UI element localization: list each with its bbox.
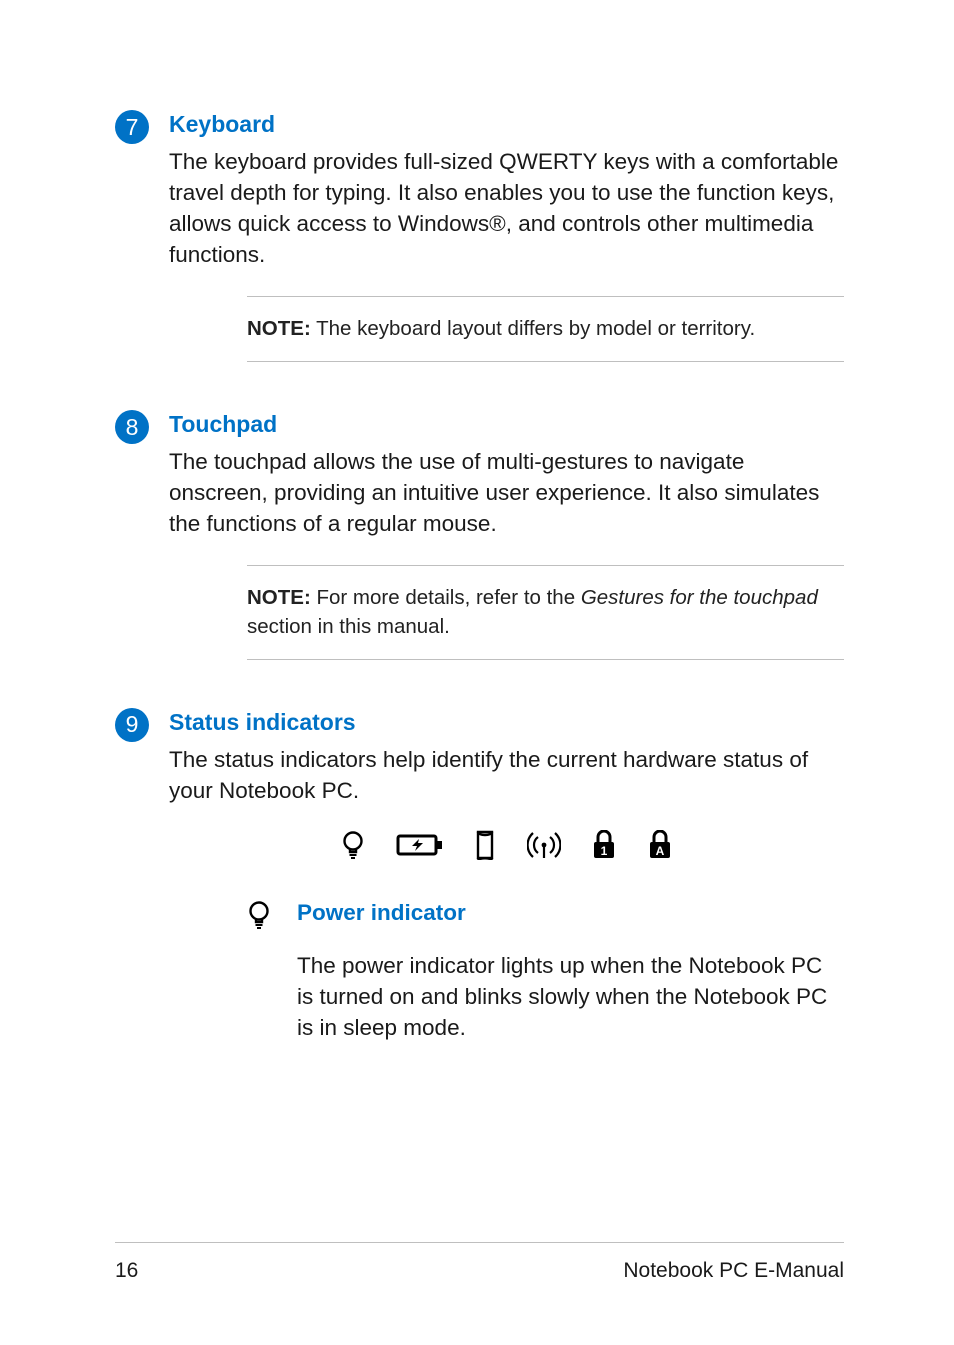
callout-item-9: 9 Status indicators The status indicator… bbox=[115, 708, 844, 1062]
num-lock-icon: 1 bbox=[591, 830, 617, 860]
heading-keyboard: Keyboard bbox=[169, 110, 844, 140]
page-footer: 16 Notebook PC E-Manual bbox=[115, 1242, 844, 1283]
battery-charge-icon bbox=[395, 833, 443, 857]
note-text-post: section in this manual. bbox=[247, 615, 450, 638]
note-keyboard: NOTE: The keyboard layout differs by mod… bbox=[247, 296, 844, 362]
sub-heading-power: Power indicator bbox=[297, 898, 844, 928]
power-bulb-icon bbox=[247, 900, 283, 935]
callout-item-8: 8 Touchpad The touchpad allows the use o… bbox=[115, 410, 844, 686]
callout-badge-9: 9 bbox=[115, 708, 149, 742]
caps-lock-icon: A bbox=[647, 830, 673, 860]
heading-status: Status indicators bbox=[169, 708, 844, 738]
desc-keyboard: The keyboard provides full-sized QWERTY … bbox=[169, 146, 844, 270]
sub-desc-power: The power indicator lights up when the N… bbox=[297, 950, 844, 1043]
desc-status: The status indicators help identify the … bbox=[169, 744, 844, 806]
callout-item-7: 7 Keyboard The keyboard provides full-si… bbox=[115, 110, 844, 388]
item-body-8: Touchpad The touchpad allows the use of … bbox=[169, 410, 844, 686]
note-touchpad: NOTE: For more details, refer to the Ges… bbox=[247, 565, 844, 660]
heading-touchpad: Touchpad bbox=[169, 410, 844, 440]
item-body-7: Keyboard The keyboard provides full-size… bbox=[169, 110, 844, 388]
drive-activity-icon bbox=[473, 830, 497, 860]
manual-title: Notebook PC E-Manual bbox=[623, 1259, 844, 1283]
note-text: The keyboard layout differs by model or … bbox=[311, 317, 755, 340]
status-icon-row: 1 A bbox=[169, 830, 844, 860]
sub-item-power-indicator: Power indicator The power indicator ligh… bbox=[247, 898, 844, 1044]
page-number: 16 bbox=[115, 1259, 138, 1283]
svg-text:A: A bbox=[655, 844, 664, 858]
power-bulb-icon bbox=[341, 830, 365, 860]
note-label: NOTE: bbox=[247, 317, 311, 340]
note-label: NOTE: bbox=[247, 586, 311, 609]
svg-text:1: 1 bbox=[600, 844, 607, 858]
sub-body: Power indicator The power indicator ligh… bbox=[297, 898, 844, 1044]
wireless-icon bbox=[527, 831, 561, 859]
desc-touchpad: The touchpad allows the use of multi-ges… bbox=[169, 446, 844, 539]
callout-badge-8: 8 bbox=[115, 410, 149, 444]
item-body-9: Status indicators The status indicators … bbox=[169, 708, 844, 1062]
callout-badge-7: 7 bbox=[115, 110, 149, 144]
page-content: 7 Keyboard The keyboard provides full-si… bbox=[0, 0, 954, 1061]
note-text-pre: For more details, refer to the bbox=[311, 586, 581, 609]
note-ref: Gestures for the touchpad bbox=[581, 586, 818, 609]
